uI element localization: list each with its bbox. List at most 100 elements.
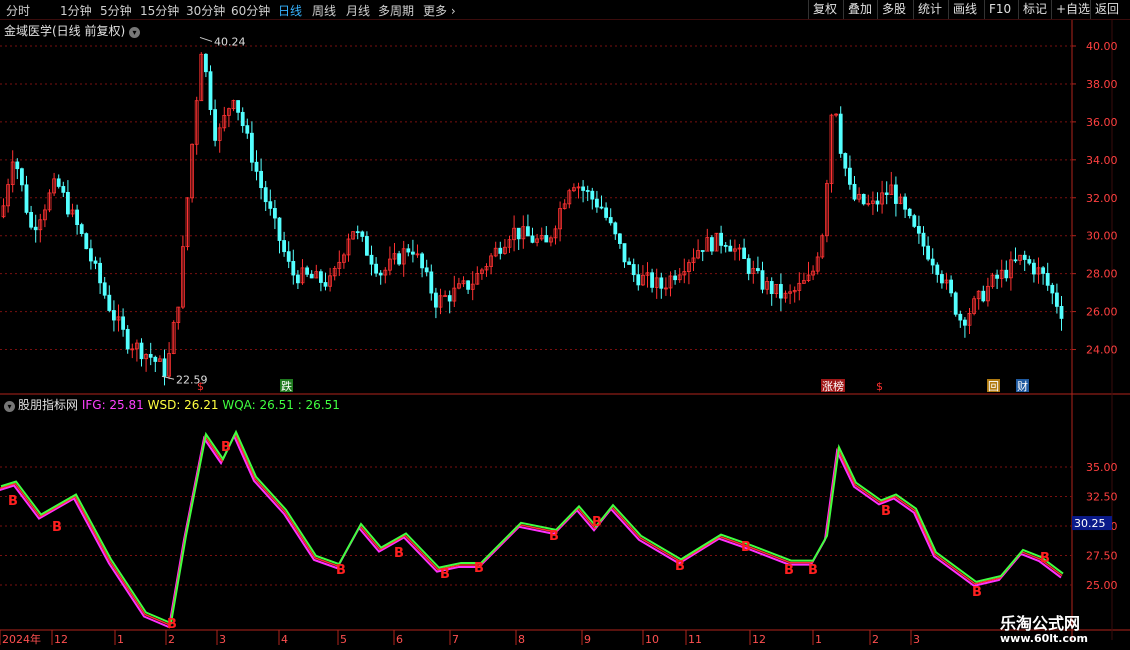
candle-body [272,208,277,219]
candle-body [940,274,944,284]
event-marker-label: $ [876,380,883,393]
candle-body [79,224,84,234]
time-axis-label: 6 [396,633,403,646]
indicator-value-2: WQA: 26.51 [222,398,298,412]
time-axis-label: 8 [518,633,525,646]
kline-chart[interactable]: 40.00 38.00 36.00 34.00 32.00 30.00 28.00 26.00… [0,0,1130,650]
time-axis-label: 3 [219,633,226,646]
candle-body [406,248,411,253]
candle-body [659,277,664,289]
candle-body [98,262,102,284]
candle-body [429,271,434,294]
high-price-label: 40.24 [214,35,246,48]
buy-signal-label: B [972,585,982,600]
price-tick-label: 38.00 [1086,78,1118,91]
candle-body [953,292,958,315]
time-axis-label: 12 [54,633,68,646]
buy-signal-label: B [474,561,484,576]
indicator-tick-label: 25.00 [1086,579,1118,592]
candle-body [162,358,167,377]
low-marker-line [161,375,175,380]
time-axis-label: 2 [168,633,175,646]
event-marker-label: 回 [988,380,999,393]
candle-body [544,235,549,243]
candle-body [585,190,590,192]
candle-body [254,161,259,172]
candle-body [673,275,677,281]
price-tick-label: 40.00 [1086,40,1118,53]
candle-body [433,292,438,308]
candle-body [636,274,641,286]
candle-body [526,226,530,237]
candle-body [530,235,535,243]
candle-body [903,196,907,210]
candle-body [746,258,751,274]
time-axis-label: 1 [117,633,124,646]
price-tick-label: 24.00 [1086,344,1118,357]
candle-body [56,178,61,187]
candle-body [107,294,112,311]
price-tick-label: 30.00 [1086,230,1118,243]
candle-body [236,100,241,113]
candle-body [728,245,733,252]
candle-body [1059,306,1064,319]
candle-body [921,232,926,247]
indicator-tick-label: 35.00 [1086,461,1118,474]
candle-body [1022,254,1027,260]
candle-body [424,267,429,273]
candle-body [884,192,889,195]
candle-body [374,263,379,274]
time-axis-label: 4 [281,633,288,646]
candle-body [590,190,595,200]
candle-body [125,328,130,350]
candle-body [907,208,912,217]
candle-body [364,236,369,256]
candle-body [139,342,144,360]
time-axis-label: 2024年 [2,632,41,646]
candle-body [949,279,953,294]
candle-body [420,253,425,269]
time-axis-label: 7 [452,633,459,646]
candle-body [756,268,760,272]
candle-body [360,231,365,237]
buy-signal-label: B [221,440,231,455]
candle-body [29,212,34,228]
candle-body [355,231,360,234]
candle-body [268,201,273,209]
candle-body [291,260,296,276]
buy-signal-label: B [1040,551,1050,566]
candle-body [608,217,613,224]
candle-body [848,167,852,185]
candle-body [282,240,287,253]
candle-body [995,274,999,279]
candle-body [15,161,20,170]
candle-body [263,187,268,203]
candle-body [719,232,723,246]
candle-body [595,198,599,208]
candle-body [66,191,70,215]
buy-signal-label: B [394,546,404,561]
watermark-url: www.60lt.com [1000,632,1089,645]
candle-body [1045,273,1050,286]
time-axis-label: 1 [815,633,822,646]
buy-signal-label: B [52,520,62,535]
time-axis-label: 11 [688,633,702,646]
candle-body [622,243,627,263]
candle-body [33,226,38,231]
candle-body [208,71,213,110]
buy-signal-label: B [675,559,685,574]
indicator-name: 股朋指标网 [18,398,82,412]
candle-body [153,356,158,362]
candle-body [963,319,967,326]
candle-body [742,247,746,260]
candle-body [930,258,935,266]
candle-body [1013,259,1018,262]
candle-body [599,206,604,209]
indicator-line-ifg [0,433,1062,629]
indicator-tick-label: 27.50 [1086,550,1118,563]
time-axis-label: 5 [340,633,347,646]
chevron-down-icon[interactable]: ▾ [4,401,15,412]
candle-body [958,313,963,321]
candle-body [309,273,314,279]
time-axis-label: 3 [913,633,920,646]
